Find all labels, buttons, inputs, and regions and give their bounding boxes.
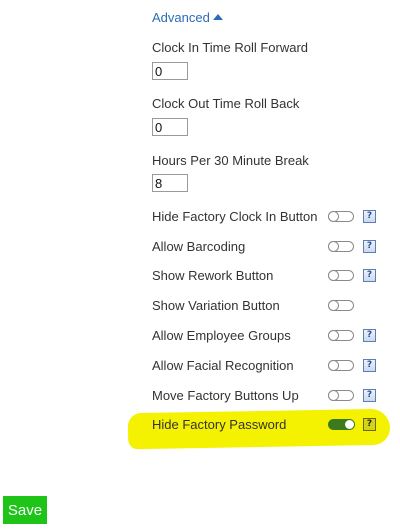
toggle-knob <box>327 299 339 311</box>
allow-employee-groups-toggle[interactable] <box>327 329 354 341</box>
allow-barcoding-toggle[interactable] <box>327 240 354 252</box>
toggle-knob <box>327 269 339 281</box>
help-icon[interactable]: ? <box>363 418 376 431</box>
save-button[interactable]: Save <box>3 496 47 524</box>
setting-row-hide-factory-password: Hide Factory Password ? <box>152 415 382 435</box>
advanced-label: Advanced <box>152 10 210 25</box>
help-icon[interactable]: ? <box>363 210 376 223</box>
hide-clock-in-toggle[interactable] <box>327 210 354 222</box>
setting-row-allow-facial-recognition: Allow Facial Recognition ? <box>152 356 382 376</box>
setting-row-move-factory-buttons-up: Move Factory Buttons Up ? <box>152 386 382 406</box>
show-variation-toggle[interactable] <box>327 299 354 311</box>
clock-out-roll-back-label: Clock Out Time Roll Back <box>152 96 300 111</box>
toggle-knob <box>327 389 339 401</box>
hours-per-break-input[interactable] <box>152 174 188 192</box>
setting-label: Allow Facial Recognition <box>152 358 294 373</box>
move-factory-buttons-up-toggle[interactable] <box>327 389 354 401</box>
hide-factory-password-toggle[interactable] <box>328 418 355 430</box>
help-icon[interactable]: ? <box>363 329 376 342</box>
toggle-knob <box>327 359 339 371</box>
show-rework-toggle[interactable] <box>327 269 354 281</box>
setting-row-allow-employee-groups: Allow Employee Groups ? <box>152 326 382 346</box>
clock-out-roll-back-input[interactable] <box>152 118 188 136</box>
toggle-knob <box>343 418 355 430</box>
clock-in-roll-forward-input[interactable] <box>152 62 188 80</box>
setting-row-show-variation: Show Variation Button <box>152 296 382 316</box>
setting-row-allow-barcoding: Allow Barcoding ? <box>152 237 382 257</box>
allow-facial-recognition-toggle[interactable] <box>327 359 354 371</box>
setting-label: Allow Employee Groups <box>152 328 291 343</box>
setting-row-show-rework: Show Rework Button ? <box>152 266 382 286</box>
hours-per-break-label: Hours Per 30 Minute Break <box>152 153 309 168</box>
toggle-knob <box>327 210 339 222</box>
toggle-knob <box>327 240 339 252</box>
clock-in-roll-forward-label: Clock In Time Roll Forward <box>152 40 309 55</box>
caret-up-icon <box>212 13 223 20</box>
advanced-toggle-link[interactable]: Advanced <box>152 10 223 25</box>
setting-label: Hide Factory Password <box>152 417 287 432</box>
setting-label: Allow Barcoding <box>152 239 246 254</box>
help-icon[interactable]: ? <box>363 389 376 402</box>
setting-label: Hide Factory Clock In Button <box>152 209 318 224</box>
setting-label: Show Rework Button <box>152 268 274 283</box>
setting-label: Show Variation Button <box>152 298 280 313</box>
toggle-knob <box>327 329 339 341</box>
help-icon[interactable]: ? <box>363 240 376 253</box>
setting-row-hide-factory-clock-in: Hide Factory Clock In Button ? <box>152 207 382 227</box>
help-icon[interactable]: ? <box>363 359 376 372</box>
setting-label: Move Factory Buttons Up <box>152 388 299 403</box>
help-icon[interactable]: ? <box>363 269 376 282</box>
